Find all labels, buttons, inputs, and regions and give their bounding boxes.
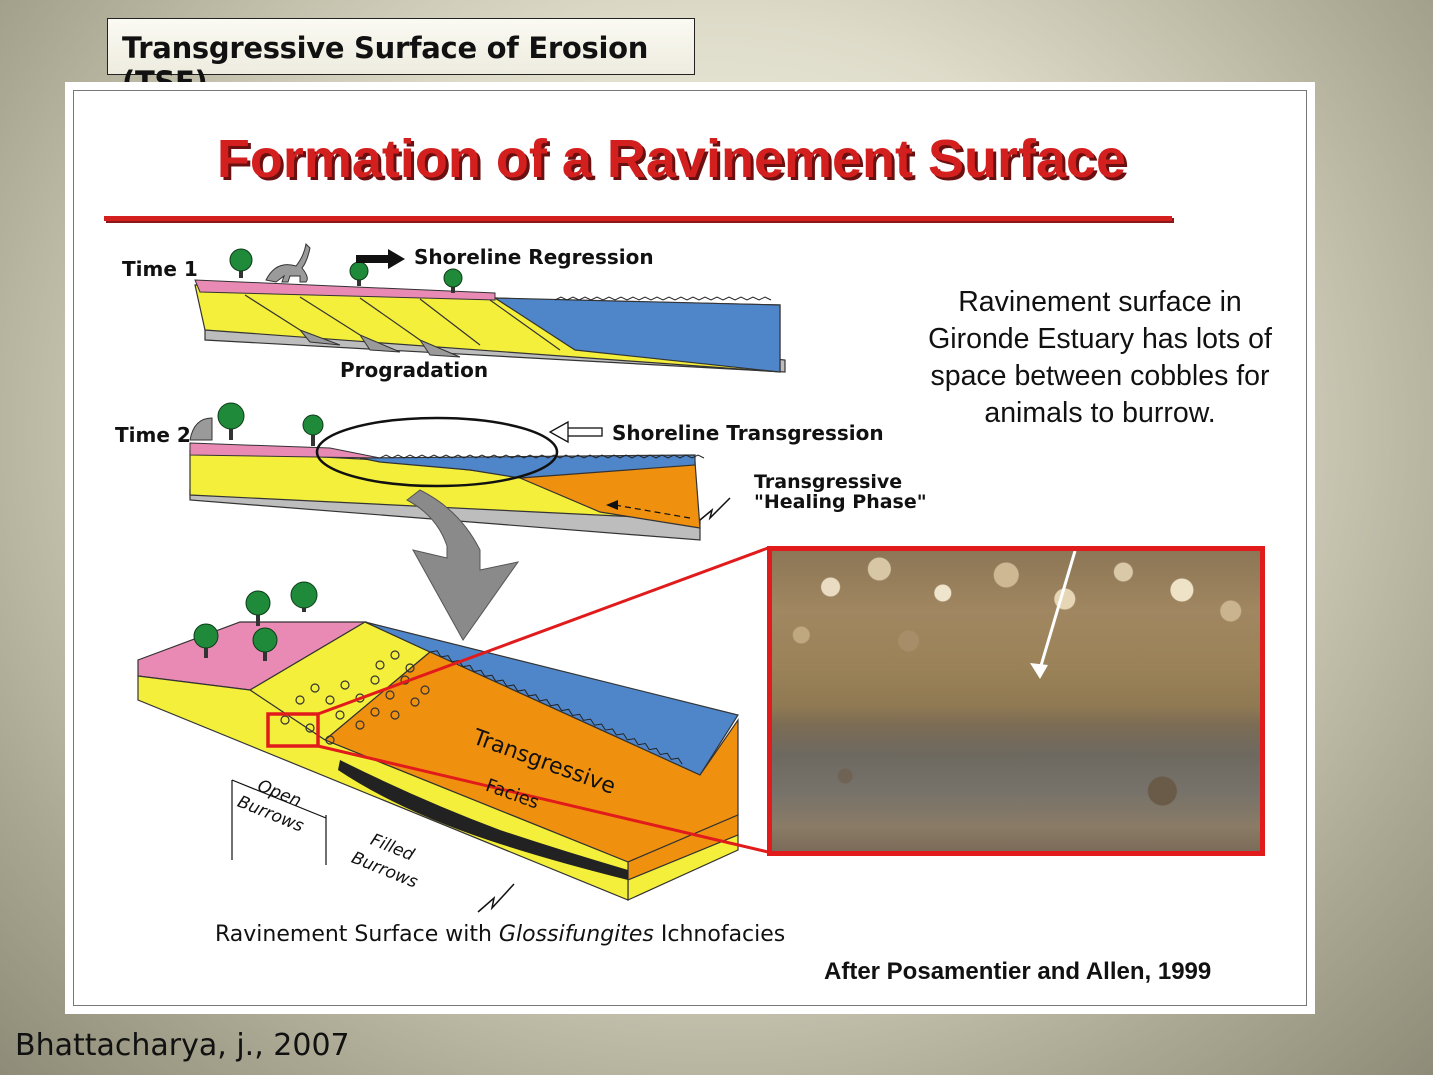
time2-tree-icon-2 bbox=[302, 414, 324, 446]
photo-description: Ravinement surface in Gironde Estuary ha… bbox=[928, 286, 1272, 429]
figure-credit: After Posamentier and Allen, 1999 bbox=[824, 958, 1212, 985]
healing-pointer bbox=[699, 497, 731, 521]
caption-suffix: Ichnofacies bbox=[653, 922, 786, 947]
label-healing-phase-1: Transgressive bbox=[754, 471, 903, 493]
photo-arrow bbox=[1030, 551, 1077, 679]
time1-tree-icon bbox=[229, 248, 253, 278]
label-shoreline-regression: Shoreline Regression bbox=[414, 245, 654, 269]
label-healing-phase-2: "Healing Phase" bbox=[754, 491, 927, 513]
figure-caption: Ravinement Surface with Glossifungites I… bbox=[215, 922, 785, 947]
time2-pink-coastal bbox=[189, 442, 381, 459]
caption-prefix: Ravinement Surface with bbox=[215, 922, 499, 947]
dinosaur-icon-2 bbox=[189, 417, 213, 441]
footer-citation: Bhattacharya, j., 2007 bbox=[15, 1028, 350, 1063]
label-time2: Time 2 bbox=[115, 423, 191, 447]
time1-tree-icon-3 bbox=[443, 268, 463, 293]
time1-tree-icon-2 bbox=[349, 261, 369, 286]
label-shoreline-transgression: Shoreline Transgression bbox=[612, 421, 884, 445]
label-progradation: Progradation bbox=[340, 358, 489, 382]
dinosaur-icon bbox=[265, 242, 311, 283]
label-time1: Time 1 bbox=[122, 257, 198, 281]
time2-tree-icon bbox=[217, 402, 245, 440]
caption-pointer bbox=[477, 883, 515, 913]
ravinement-diagram bbox=[137, 242, 786, 913]
time1-wave-surface bbox=[554, 296, 772, 301]
block-diagram-3d bbox=[137, 581, 739, 913]
arrow-left-icon bbox=[548, 420, 603, 444]
caption-italic: Glossifungites bbox=[498, 922, 654, 947]
gironde-estuary-photo bbox=[767, 546, 1265, 856]
